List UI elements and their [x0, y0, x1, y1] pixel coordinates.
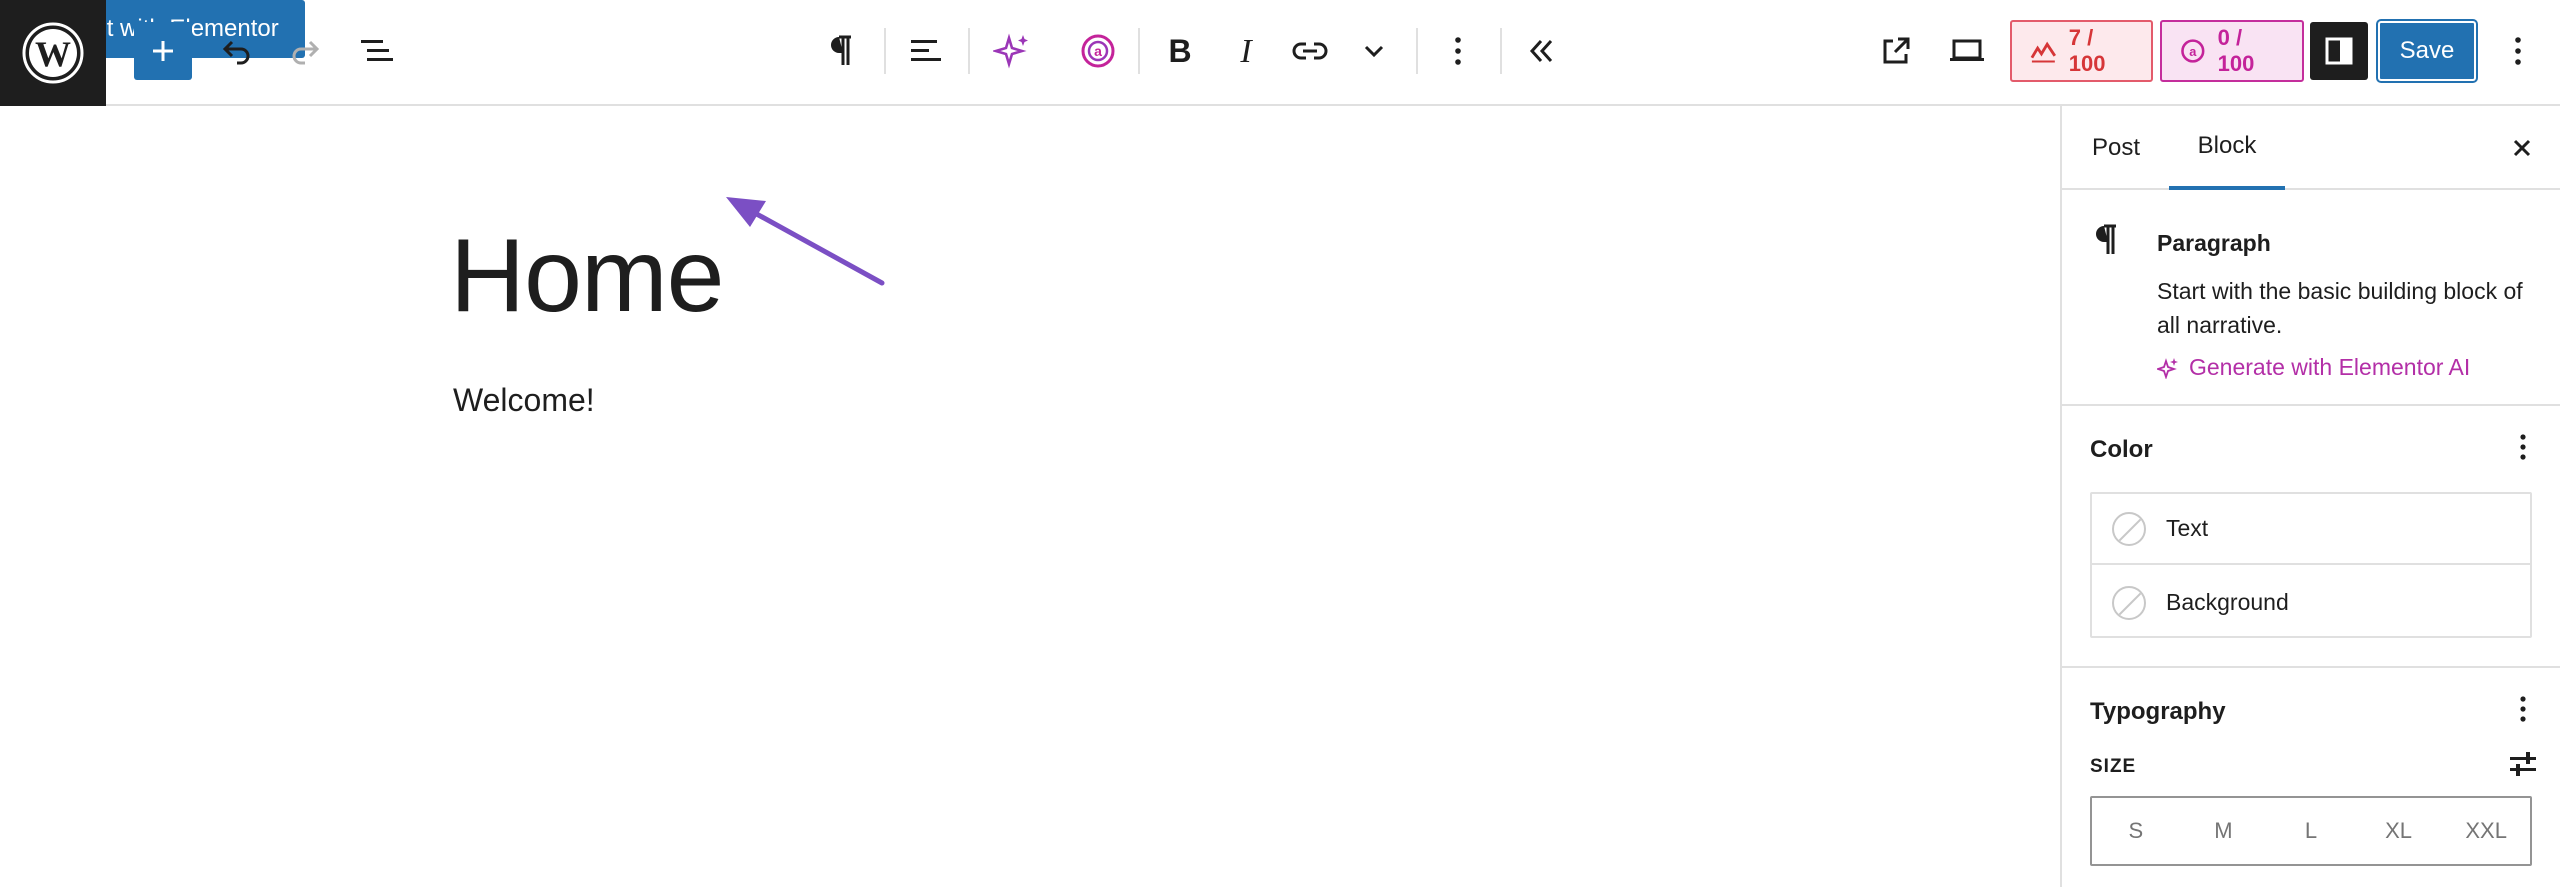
font-size-picker: S M L XL XXL	[2090, 796, 2532, 866]
seo-score-button[interactable]: 7 / 100	[2010, 20, 2153, 82]
chevron-down-icon	[1364, 45, 1384, 58]
undo-button[interactable]	[208, 22, 266, 80]
svg-text:W: W	[35, 34, 71, 74]
settings-sidebar: Post Block Paragraph Start with the basi…	[2060, 106, 2560, 887]
chevrons-left-icon	[1529, 39, 1553, 63]
toolbar-divider	[1138, 28, 1140, 74]
size-option-xl[interactable]: XL	[2355, 798, 2443, 864]
options-menu-button[interactable]	[2490, 22, 2546, 80]
kebab-icon	[1455, 37, 1461, 65]
generate-with-ai-label: Generate with Elementor AI	[2189, 354, 2471, 380]
redo-button[interactable]	[276, 22, 334, 80]
bold-icon: B	[1168, 35, 1191, 67]
color-settings: Text Background	[2090, 492, 2532, 638]
laptop-icon	[1950, 39, 1984, 61]
color-text-label: Text	[2166, 515, 2209, 541]
document-overview-button[interactable]	[348, 22, 406, 80]
toolbar-divider	[1500, 28, 1502, 74]
typography-panel-title: Typography	[2090, 698, 2226, 725]
readability-score-button[interactable]: a 0 / 100	[2160, 20, 2304, 82]
list-view-icon	[361, 40, 393, 61]
ai-sparkle-icon	[2157, 357, 2178, 379]
sliders-icon	[2510, 752, 2536, 776]
ai-sparkle-icon	[993, 33, 1028, 69]
close-icon	[2513, 139, 2531, 157]
more-formatting-button[interactable]	[1346, 22, 1402, 80]
color-options-button[interactable]	[2508, 432, 2538, 462]
color-panel-title: Color	[2090, 436, 2153, 463]
empty-color-swatch-icon	[2112, 511, 2146, 546]
link-button[interactable]	[1282, 22, 1338, 80]
undo-icon	[222, 40, 250, 65]
plus-icon	[153, 41, 173, 61]
panel-divider	[2062, 666, 2560, 668]
bold-button[interactable]: B	[1152, 22, 1208, 80]
sidebar-tabs: Post Block	[2062, 106, 2560, 190]
link-icon	[1292, 42, 1328, 60]
editor-canvas: Home Welcome!	[0, 106, 2060, 887]
close-sidebar-button[interactable]	[2502, 128, 2542, 168]
at-circle-icon: a	[1081, 34, 1115, 68]
italic-button[interactable]: I	[1218, 22, 1274, 80]
color-background-item[interactable]: Background	[2092, 567, 2530, 638]
block-options-button[interactable]	[1430, 22, 1486, 80]
post-title[interactable]: Home	[450, 224, 724, 328]
block-inserter-button[interactable]	[134, 22, 192, 80]
tab-block[interactable]: Block	[2169, 106, 2285, 190]
kebab-icon	[2520, 696, 2526, 722]
collapse-toolbar-button[interactable]	[1514, 22, 1570, 80]
seo-score-value: 7 / 100	[2068, 25, 2106, 76]
size-option-s[interactable]: S	[2092, 798, 2180, 864]
svg-text:a: a	[2189, 44, 2197, 59]
external-link-icon	[1883, 37, 1910, 64]
elementor-ai-button[interactable]	[984, 22, 1040, 80]
color-background-label: Background	[2166, 589, 2289, 615]
empty-color-swatch-icon	[2112, 585, 2146, 620]
block-card: Paragraph Start with the basic building …	[2062, 192, 2560, 406]
block-name: Paragraph	[2157, 230, 2271, 256]
transform-block-button[interactable]	[812, 22, 868, 80]
color-text-item[interactable]: Text	[2092, 494, 2530, 565]
svg-text:B: B	[1168, 35, 1191, 67]
toolbar-divider	[968, 28, 970, 74]
sidebar-icon	[2325, 37, 2353, 65]
svg-text:a: a	[1094, 43, 1102, 59]
kebab-icon	[2520, 434, 2526, 460]
align-left-icon	[911, 40, 941, 61]
seo-plugin-icon	[2030, 41, 2057, 63]
save-button[interactable]: Save	[2378, 21, 2476, 81]
readability-score-value: 0 / 100	[2217, 25, 2255, 76]
at-circle-icon: a	[2181, 39, 2205, 63]
redo-icon	[292, 40, 320, 65]
generate-with-ai-link[interactable]: Generate with Elementor AI	[2157, 354, 2470, 381]
tab-post[interactable]: Post	[2092, 106, 2140, 190]
paragraph-icon	[831, 35, 851, 65]
size-option-l[interactable]: L	[2267, 798, 2355, 864]
kebab-icon	[2515, 37, 2521, 65]
angie-ai-button[interactable]: a	[1070, 22, 1126, 80]
editor-toolbar: W Elementor a B I 7 / 100 a 0 / 100 Save	[0, 0, 2560, 106]
custom-size-button[interactable]	[2508, 750, 2538, 783]
toolbar-divider	[884, 28, 886, 74]
toolbar-divider	[1416, 28, 1418, 74]
paragraph-block[interactable]: Welcome!	[453, 382, 595, 419]
paragraph-icon	[2092, 222, 2120, 267]
size-option-m[interactable]: M	[2180, 798, 2268, 864]
typography-options-button[interactable]	[2508, 694, 2538, 724]
italic-icon: I	[1239, 35, 1253, 67]
align-button[interactable]	[898, 22, 954, 80]
size-label: SIZE	[2090, 756, 2137, 777]
preview-device-button[interactable]	[1938, 22, 1996, 80]
settings-sidebar-toggle[interactable]	[2310, 22, 2368, 80]
wordpress-logo-icon[interactable]: W	[0, 0, 106, 106]
block-description: Start with the basic building block of a…	[2157, 278, 2523, 338]
annotation-arrow-icon	[726, 197, 885, 286]
view-post-button[interactable]	[1868, 22, 1924, 80]
size-option-xxl[interactable]: XXL	[2442, 798, 2530, 864]
svg-text:I: I	[1239, 35, 1253, 67]
